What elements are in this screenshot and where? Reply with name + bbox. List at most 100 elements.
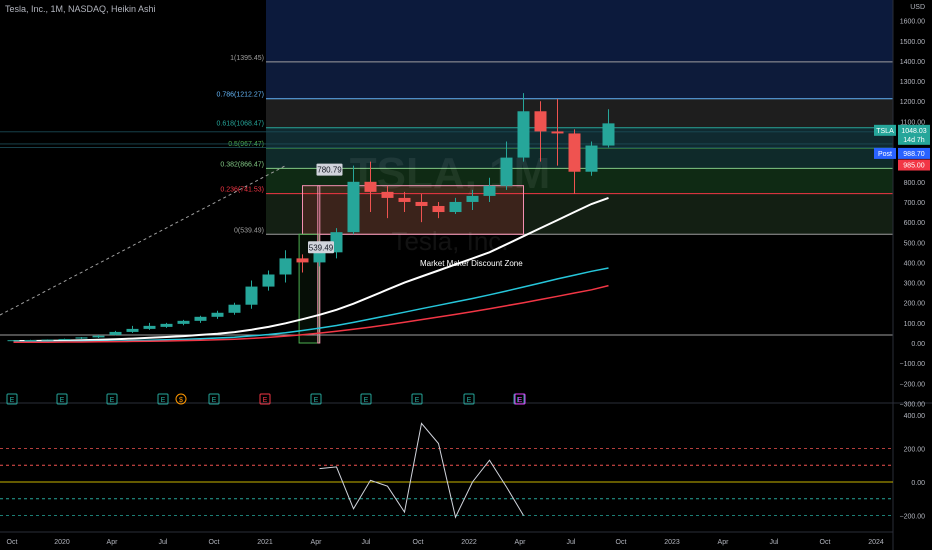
event-glyph: E xyxy=(518,397,523,404)
candle-body xyxy=(279,258,292,275)
candle-body xyxy=(347,181,360,233)
time-tick: Apr xyxy=(311,539,323,546)
price-tick: 100.00 xyxy=(904,321,926,328)
candle-body xyxy=(262,274,275,287)
tag-post-price: 988.70 xyxy=(903,151,925,158)
candle-body xyxy=(245,286,258,305)
fib-label: 1(1395.45) xyxy=(230,55,264,62)
candle-body xyxy=(296,258,309,263)
currency-label: USD xyxy=(910,4,925,11)
candle-body xyxy=(398,197,411,202)
candle-body xyxy=(500,157,513,186)
fib-label: 0.382(866.47) xyxy=(220,161,264,168)
event-glyph: E xyxy=(415,397,420,404)
tag-countdown: 14d 7h xyxy=(903,137,925,144)
fib-label: 0(539.49) xyxy=(234,227,264,234)
time-tick: Jul xyxy=(770,539,779,546)
zone-label: Market Maker Discount Zone xyxy=(420,259,523,268)
time-tick: 2020 xyxy=(54,539,70,546)
time-tick: Oct xyxy=(7,539,18,546)
price-tick: 1200.00 xyxy=(900,99,925,106)
price-tick: 400.00 xyxy=(904,260,926,267)
fib-label: 0.5(967.47) xyxy=(228,141,264,148)
time-tick: Apr xyxy=(515,539,527,546)
event-glyph: $ xyxy=(179,397,183,404)
candle-body xyxy=(381,191,394,198)
oscillator-line xyxy=(319,422,524,519)
candle-body xyxy=(568,133,581,172)
price-tick: −200.00 xyxy=(900,381,926,388)
time-tick: Oct xyxy=(209,539,220,546)
time-tick: 2021 xyxy=(257,539,273,546)
time-tick: 2023 xyxy=(664,539,680,546)
osc-tick: 200.00 xyxy=(904,447,926,454)
price-tick: 1500.00 xyxy=(900,39,925,46)
price-tick: 1300.00 xyxy=(900,79,925,86)
fib-zone xyxy=(266,98,893,128)
event-glyph: E xyxy=(314,397,319,404)
candle-body xyxy=(160,323,173,327)
time-tick: Oct xyxy=(413,539,424,546)
fib-zone-top xyxy=(266,0,893,62)
candle-body xyxy=(449,201,462,213)
fib-label: 0.236(741.53) xyxy=(220,187,264,194)
price-tick: 800.00 xyxy=(904,180,926,187)
price-tick: −100.00 xyxy=(900,361,926,368)
candle-body xyxy=(7,340,20,342)
candle-body xyxy=(466,195,479,202)
candle-body xyxy=(415,201,428,206)
candle-body xyxy=(24,339,37,341)
candle-body xyxy=(41,339,54,341)
event-glyph: E xyxy=(467,397,472,404)
tag-last-price: 1048.03 xyxy=(901,128,926,135)
time-tick: 2024 xyxy=(868,539,884,546)
time-tick: Apr xyxy=(718,539,730,546)
price-tick: 1600.00 xyxy=(900,19,925,26)
candle-body xyxy=(228,304,241,313)
osc-tick: 0.00 xyxy=(911,480,925,487)
tag-symbol: TSLA xyxy=(876,128,894,135)
trend-line xyxy=(0,165,286,316)
tag-red-price: 985.00 xyxy=(903,163,925,170)
fib-zone xyxy=(266,61,893,99)
candle-body xyxy=(432,205,445,213)
price-tick: 500.00 xyxy=(904,240,926,247)
candle-body xyxy=(109,331,122,335)
candle-body xyxy=(194,316,207,321)
event-glyph: E xyxy=(60,397,65,404)
event-glyph: E xyxy=(161,397,166,404)
callout-low-label: 539.49 xyxy=(309,243,334,252)
event-glyph: E xyxy=(10,397,15,404)
candle-body xyxy=(602,123,615,146)
time-tick: Apr xyxy=(107,539,119,546)
time-tick: 2022 xyxy=(461,539,477,546)
time-tick: Jul xyxy=(362,539,371,546)
candle-body xyxy=(58,338,71,340)
candle-body xyxy=(126,328,139,332)
time-tick: Jul xyxy=(159,539,168,546)
candle-body xyxy=(75,337,88,339)
price-tick: 0.00 xyxy=(911,341,925,348)
candle-body xyxy=(364,181,377,192)
candle-body xyxy=(483,185,496,196)
price-tick: 700.00 xyxy=(904,200,926,207)
candle-body xyxy=(517,111,530,158)
time-tick: Jul xyxy=(567,539,576,546)
event-glyph: E xyxy=(263,397,268,404)
candle-body xyxy=(211,312,224,317)
candle-body xyxy=(92,335,105,338)
candle-body xyxy=(313,252,326,263)
fib-label: 0.786(1212.27) xyxy=(217,92,264,99)
fib-label: 0.618(1068.47) xyxy=(217,121,264,128)
candle-body xyxy=(143,325,156,329)
candle-body xyxy=(551,131,564,134)
time-tick: Oct xyxy=(616,539,627,546)
callout-high-label: 780.79 xyxy=(317,166,342,175)
price-chart[interactable]: 1(1395.45) 0.786(1212.27) 0.618(1068.47) 0.… xyxy=(0,0,932,550)
time-tick: Oct xyxy=(820,539,831,546)
event-glyph: E xyxy=(364,397,369,404)
event-glyph: E xyxy=(212,397,217,404)
candle-body xyxy=(177,320,190,324)
osc-tick: 400.00 xyxy=(904,413,926,420)
candle-body xyxy=(534,111,547,132)
